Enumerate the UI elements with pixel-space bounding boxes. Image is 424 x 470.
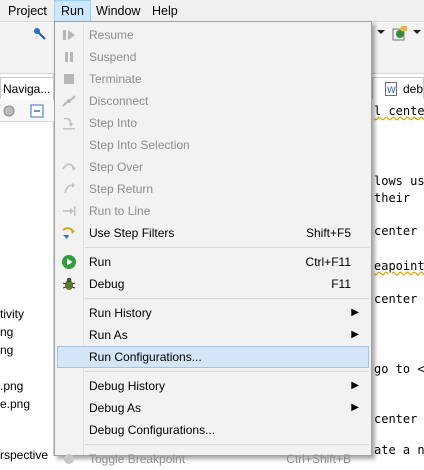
menu-item-debug-configurations[interactable]: Debug Configurations... [57, 419, 369, 441]
menu-item-debug-history[interactable]: Debug History ▶ [57, 375, 369, 397]
submenu-arrow-icon: ▶ [351, 402, 359, 413]
menu-item-label: Step Into Selection [89, 138, 190, 152]
menu-item-debug[interactable]: Debug F11 [57, 273, 369, 295]
menu-item-label: Debug [89, 277, 125, 291]
menu-item-shortcut: F11 [331, 277, 351, 291]
run-to-line-icon [63, 206, 76, 216]
menu-help[interactable]: Help [146, 0, 184, 22]
menu-item-label: Run History [89, 306, 152, 320]
toggle-breakpoint-icon [64, 454, 74, 464]
editor-tab[interactable]: W debu [372, 77, 424, 99]
collapse-all-icon[interactable] [30, 104, 44, 118]
menu-item-step-over[interactable]: Step Over [57, 156, 369, 178]
editor-area: W debu l cente lows us their center eapo… [372, 74, 424, 457]
code-line: lows us [374, 174, 424, 188]
navigator-item[interactable]: ng [0, 343, 54, 357]
code-line: center [374, 412, 418, 426]
menu-item-run-configurations[interactable]: Run Configurations... [57, 346, 369, 368]
menu-item-label: Debug History [89, 379, 166, 393]
menu-item-label: Debug Configurations... [89, 423, 216, 437]
code-line: center [374, 224, 418, 238]
suspend-icon [65, 52, 73, 62]
menu-item-label: Use Step Filters [89, 226, 175, 240]
menu-item-debug-as[interactable]: Debug As ▶ [57, 397, 369, 419]
menu-item-suspend[interactable]: Suspend [57, 46, 369, 68]
back-icon[interactable] [2, 104, 16, 118]
pin-icon[interactable] [32, 26, 48, 42]
menu-item-label: Run to Line [89, 204, 151, 218]
navigator-tab[interactable]: Naviga... [0, 77, 54, 99]
external-tools-icon[interactable] [391, 25, 409, 43]
menu-window[interactable]: Window [90, 0, 146, 22]
code-line: l cente [374, 104, 424, 118]
menu-item-label: Run Configurations... [89, 350, 202, 364]
navigator-item[interactable]: .png [0, 379, 54, 393]
menu-item-run-as[interactable]: Run As ▶ [57, 324, 369, 346]
step-into-icon [63, 117, 75, 130]
resume-icon [63, 30, 75, 40]
menu-item-label: Step Over [89, 160, 144, 174]
menu-item-run-to-line[interactable]: Run to Line [57, 200, 369, 222]
menu-item-step-return[interactable]: Step Return [57, 178, 369, 200]
code-line: center [374, 292, 418, 306]
document-icon: W [385, 82, 397, 96]
menu-separator [85, 371, 369, 372]
menu-item-label: Debug As [89, 401, 142, 415]
menu-item-toggle-breakpoint[interactable]: Toggle Breakpoint Ctrl+Shift+B [57, 448, 369, 470]
menu-item-shortcut: Ctrl+Shift+B [286, 452, 351, 466]
menu-item-resume[interactable]: Resume [57, 24, 369, 46]
menu-separator [85, 444, 369, 445]
navigator-item[interactable]: tivity [0, 307, 54, 321]
menu-item-step-into-selection[interactable]: Step Into Selection [57, 134, 369, 156]
run-icon [62, 255, 76, 269]
menu-item-label: Run [89, 255, 112, 269]
chevron-down-icon[interactable] [377, 28, 385, 36]
menu-item-run[interactable]: Run Ctrl+F11 [57, 251, 369, 273]
svg-text:W: W [387, 86, 396, 96]
menu-item-label: Resume [89, 28, 134, 42]
submenu-arrow-icon: ▶ [351, 329, 359, 340]
menu-item-label: Disconnect [89, 94, 149, 108]
code-line: their [374, 191, 411, 205]
menu-separator [85, 247, 369, 248]
menu-item-label: Step Into [89, 116, 138, 130]
submenu-arrow-icon: ▶ [351, 380, 359, 391]
navigator-item[interactable]: rspective [0, 448, 54, 462]
menu-item-terminate[interactable]: Terminate [57, 68, 369, 90]
navigator-item[interactable]: ng [0, 325, 54, 339]
chevron-down-icon[interactable] [413, 28, 421, 36]
terminate-icon [64, 74, 74, 84]
disconnect-icon [62, 95, 76, 107]
menubar: Project Run Window Help [0, 0, 424, 22]
menu-item-shortcut: Ctrl+F11 [305, 255, 351, 269]
menu-item-disconnect[interactable]: Disconnect [57, 90, 369, 112]
menu-item-label: Run As [89, 328, 128, 342]
menu-item-shortcut: Shift+F5 [305, 226, 351, 240]
menu-item-label: Terminate [89, 72, 142, 86]
navigator-item[interactable]: e.png [0, 397, 54, 411]
code-line: go to < [374, 362, 424, 376]
menu-item-run-history[interactable]: Run History ▶ [57, 302, 369, 324]
menu-item-label: Step Return [89, 182, 154, 196]
menu-item-label: Toggle Breakpoint [89, 452, 186, 466]
menu-item-use-step-filters[interactable]: Use Step Filters Shift+F5 [57, 222, 369, 244]
code-line: ate a n [374, 443, 424, 457]
step-filters-icon [62, 227, 75, 239]
run-menu: Resume Suspend Terminate Disconnect Step… [54, 21, 372, 466]
debug-bug-icon [62, 277, 76, 290]
step-return-icon [64, 183, 75, 194]
menu-separator [85, 298, 369, 299]
submenu-arrow-icon: ▶ [351, 307, 359, 318]
menu-project[interactable]: Project [2, 0, 53, 22]
editor-tab-label: debu [403, 82, 424, 96]
navigator-toolbar [0, 100, 54, 122]
menu-item-step-into[interactable]: Step Into [57, 112, 369, 134]
menu-item-label: Suspend [89, 50, 137, 64]
navigator-view: Naviga... tivity ng ng .png e.png rspect… [0, 74, 54, 462]
step-over-icon [62, 163, 76, 171]
menu-run[interactable]: Run [54, 0, 91, 22]
code-line: eapoint [374, 259, 424, 273]
